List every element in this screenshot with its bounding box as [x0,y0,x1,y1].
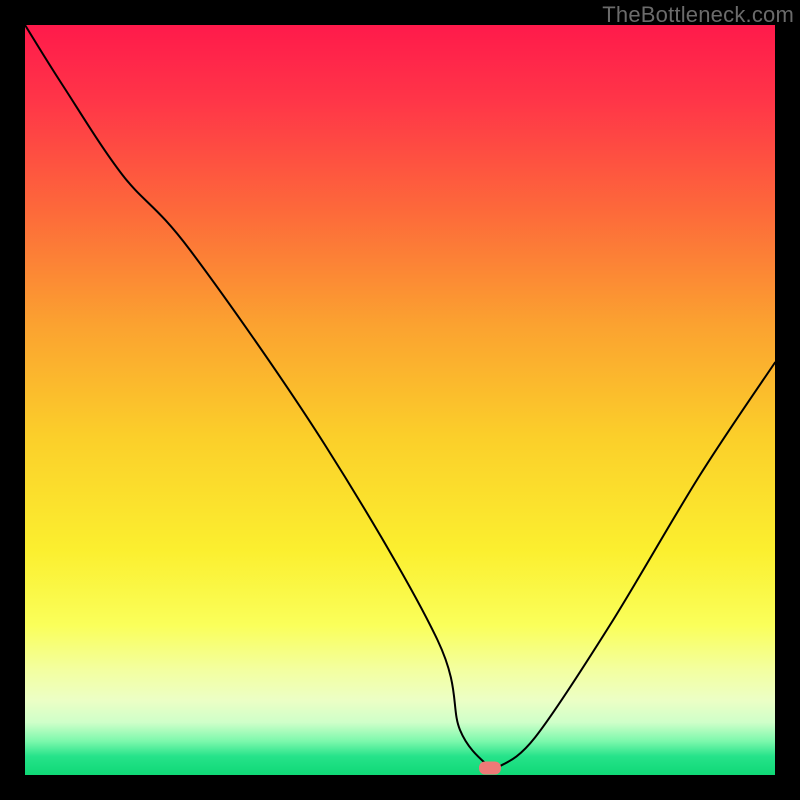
chart-marker [479,761,501,774]
chart-curve [25,25,775,775]
chart-frame: TheBottleneck.com [0,0,800,800]
watermark-text: TheBottleneck.com [602,2,794,28]
chart-plot-area [25,25,775,775]
